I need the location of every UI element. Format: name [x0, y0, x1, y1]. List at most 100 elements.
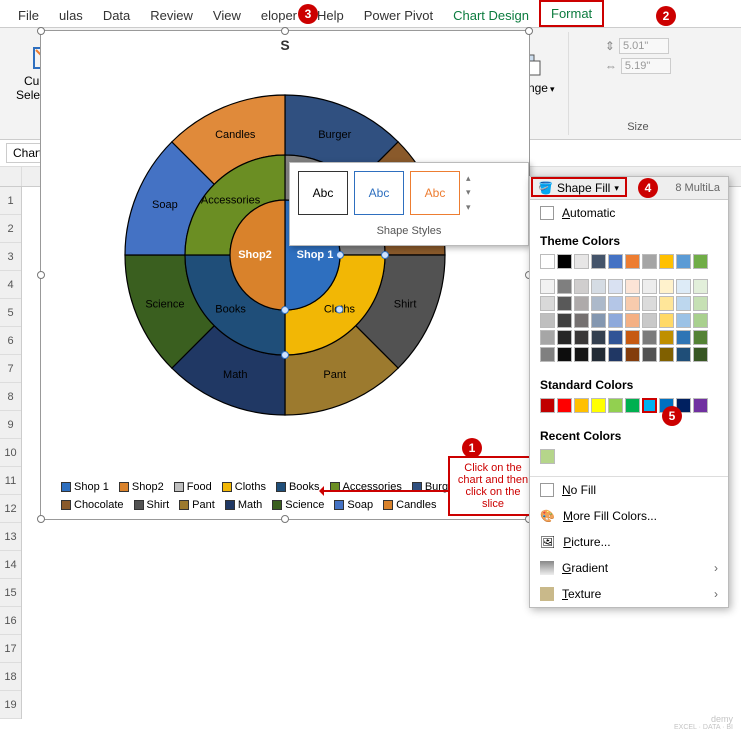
legend-item[interactable]: Soap: [334, 499, 373, 511]
tab-format[interactable]: Format: [539, 0, 604, 27]
row-header[interactable]: 6: [0, 327, 21, 355]
color-swatch[interactable]: [574, 254, 589, 269]
color-swatch[interactable]: [540, 398, 555, 413]
no-fill-item[interactable]: No Fill: [530, 477, 728, 503]
legend-item[interactable]: Science: [272, 499, 324, 511]
color-swatch[interactable]: [625, 254, 640, 269]
color-swatch[interactable]: [591, 313, 606, 328]
color-swatch[interactable]: [642, 398, 657, 413]
height-input[interactable]: [619, 38, 669, 54]
row-header[interactable]: 11: [0, 467, 21, 495]
color-swatch[interactable]: [540, 449, 555, 464]
row-header[interactable]: 1: [0, 187, 21, 215]
color-swatch[interactable]: [642, 330, 657, 345]
color-swatch[interactable]: [540, 296, 555, 311]
color-swatch[interactable]: [540, 254, 555, 269]
color-swatch[interactable]: [676, 254, 691, 269]
color-swatch[interactable]: [591, 347, 606, 362]
row-header[interactable]: 4: [0, 271, 21, 299]
legend-item[interactable]: Cloths: [222, 481, 266, 493]
color-swatch[interactable]: [693, 313, 708, 328]
color-swatch[interactable]: [659, 296, 674, 311]
style-preset[interactable]: Abc: [354, 171, 404, 215]
color-swatch[interactable]: [591, 279, 606, 294]
chart-object[interactable]: S BurgerChocolateShirtPantMathScienceSoa…: [40, 30, 530, 520]
color-swatch[interactable]: [625, 279, 640, 294]
row-header[interactable]: 14: [0, 551, 21, 579]
color-swatch[interactable]: [591, 398, 606, 413]
color-swatch[interactable]: [557, 347, 572, 362]
style-preset[interactable]: Abc: [410, 171, 460, 215]
legend-item[interactable]: Shop 1: [61, 481, 109, 493]
color-swatch[interactable]: [608, 347, 623, 362]
color-swatch[interactable]: [676, 347, 691, 362]
color-swatch[interactable]: [608, 398, 623, 413]
color-swatch[interactable]: [676, 313, 691, 328]
color-swatch[interactable]: [625, 330, 640, 345]
color-swatch[interactable]: [574, 398, 589, 413]
color-swatch[interactable]: [642, 296, 657, 311]
color-swatch[interactable]: [574, 279, 589, 294]
tab-chart-design[interactable]: Chart Design: [443, 4, 539, 27]
color-swatch[interactable]: [608, 279, 623, 294]
automatic-item[interactable]: AAutomaticutomatic: [530, 200, 728, 226]
row-header[interactable]: 2: [0, 215, 21, 243]
color-swatch[interactable]: [540, 279, 555, 294]
legend-item[interactable]: Chocolate: [61, 499, 124, 511]
color-swatch[interactable]: [557, 296, 572, 311]
row-header[interactable]: 15: [0, 579, 21, 607]
color-swatch[interactable]: [693, 296, 708, 311]
color-swatch[interactable]: [591, 254, 606, 269]
sunburst-chart[interactable]: BurgerChocolateShirtPantMathScienceSoapC…: [115, 85, 455, 425]
row-header[interactable]: 7: [0, 355, 21, 383]
color-swatch[interactable]: [693, 330, 708, 345]
color-swatch[interactable]: [659, 330, 674, 345]
color-swatch[interactable]: [608, 330, 623, 345]
chart-title[interactable]: S: [41, 37, 529, 53]
row-header[interactable]: 10: [0, 439, 21, 467]
color-swatch[interactable]: [557, 279, 572, 294]
color-swatch[interactable]: [693, 254, 708, 269]
color-swatch[interactable]: [642, 279, 657, 294]
tab-review[interactable]: Review: [140, 4, 203, 27]
color-swatch[interactable]: [659, 347, 674, 362]
color-swatch[interactable]: [591, 330, 606, 345]
color-swatch[interactable]: [557, 313, 572, 328]
color-swatch[interactable]: [676, 330, 691, 345]
color-swatch[interactable]: [642, 313, 657, 328]
legend-item[interactable]: Pant: [179, 499, 215, 511]
row-header[interactable]: 13: [0, 523, 21, 551]
legend-item[interactable]: Candles: [383, 499, 436, 511]
color-swatch[interactable]: [676, 279, 691, 294]
color-swatch[interactable]: [693, 398, 708, 413]
color-swatch[interactable]: [574, 313, 589, 328]
tab-file[interactable]: File: [8, 4, 49, 27]
color-swatch[interactable]: [642, 347, 657, 362]
row-header[interactable]: 9: [0, 411, 21, 439]
color-swatch[interactable]: [557, 254, 572, 269]
tab-formulas[interactable]: ulas: [49, 4, 93, 27]
shape-fill-header[interactable]: 🪣 Shape Fill ▾ 8 MultiLa: [530, 177, 728, 200]
color-swatch[interactable]: [574, 347, 589, 362]
color-swatch[interactable]: [557, 398, 572, 413]
legend-item[interactable]: Shop2: [119, 481, 164, 493]
color-swatch[interactable]: [591, 296, 606, 311]
tab-data[interactable]: Data: [93, 4, 140, 27]
tab-powerpivot[interactable]: Power Pivot: [354, 4, 443, 27]
color-swatch[interactable]: [608, 296, 623, 311]
color-swatch[interactable]: [625, 398, 640, 413]
color-swatch[interactable]: [608, 254, 623, 269]
color-swatch[interactable]: [625, 296, 640, 311]
color-swatch[interactable]: [540, 313, 555, 328]
color-swatch[interactable]: [693, 347, 708, 362]
color-swatch[interactable]: [625, 313, 640, 328]
row-header[interactable]: 19: [0, 691, 21, 719]
row-header[interactable]: 18: [0, 663, 21, 691]
color-swatch[interactable]: [642, 254, 657, 269]
width-input[interactable]: [621, 58, 671, 74]
row-header[interactable]: 5: [0, 299, 21, 327]
color-swatch[interactable]: [557, 330, 572, 345]
gradient-item[interactable]: Gradient: [530, 555, 728, 581]
legend-item[interactable]: Food: [174, 481, 212, 493]
row-header[interactable]: 17: [0, 635, 21, 663]
